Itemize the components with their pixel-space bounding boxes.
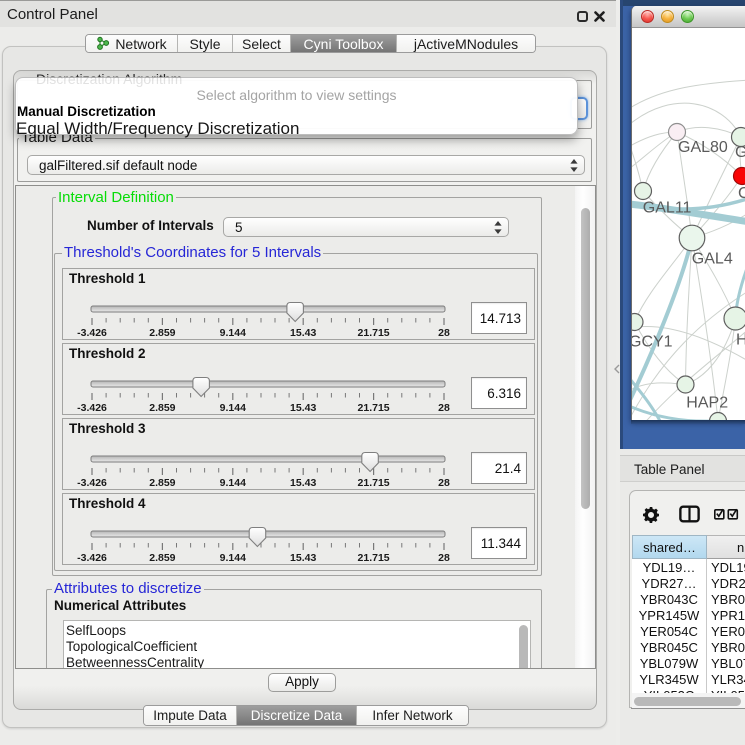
svg-text:9.144: 9.144 [220,552,246,564]
svg-text:2.859: 2.859 [149,402,175,414]
svg-text:15.43: 15.43 [290,552,316,564]
svg-text:GA: GA [735,144,745,161]
svg-text:HAP2: HAP2 [686,395,728,412]
svg-text:-3.426: -3.426 [77,552,107,564]
svg-text:15.43: 15.43 [290,402,316,414]
svg-text:-3.426: -3.426 [77,327,107,339]
svg-text:21.715: 21.715 [358,327,390,339]
svg-text:2.859: 2.859 [149,552,175,564]
svg-text:CY: CY [738,185,745,202]
svg-text:-3.426: -3.426 [77,402,107,414]
svg-text:2.859: 2.859 [149,327,175,339]
svg-text:28: 28 [438,327,450,339]
svg-text:28: 28 [438,552,450,564]
svg-text:15.43: 15.43 [290,477,316,489]
svg-text:9.144: 9.144 [220,477,246,489]
svg-text:2.859: 2.859 [149,477,175,489]
svg-text:GAL4: GAL4 [692,251,733,268]
svg-text:HA: HA [736,332,745,349]
svg-text:28: 28 [438,477,450,489]
svg-text:21.715: 21.715 [358,552,390,564]
svg-text:-3.426: -3.426 [77,477,107,489]
svg-text:28: 28 [438,402,450,414]
svg-text:21.715: 21.715 [358,477,390,489]
svg-text:9.144: 9.144 [220,402,246,414]
svg-text:GCY1: GCY1 [632,334,673,351]
svg-text:21.715: 21.715 [358,402,390,414]
svg-text:9.144: 9.144 [220,327,246,339]
svg-text:GAL11: GAL11 [643,200,692,217]
svg-text:GAL80: GAL80 [678,139,728,156]
svg-text:15.43: 15.43 [290,327,316,339]
